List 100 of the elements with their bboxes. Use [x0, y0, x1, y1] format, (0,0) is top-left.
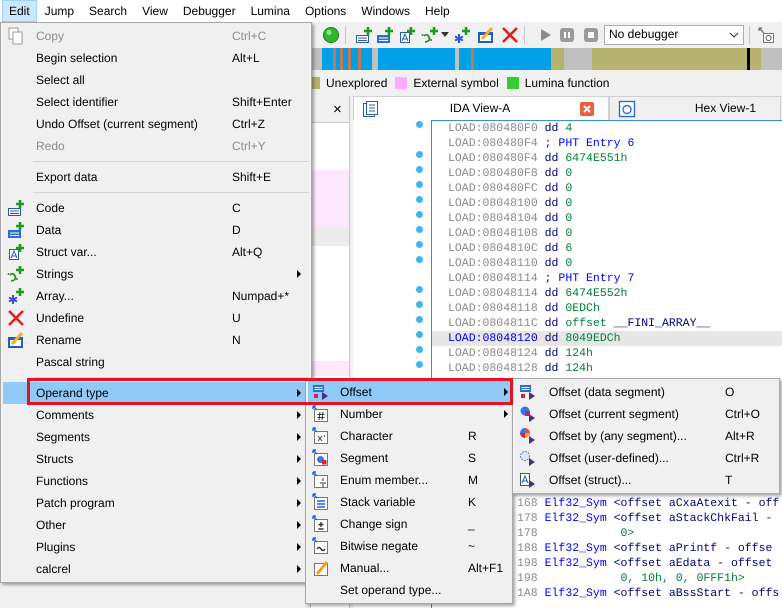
- legend-label: Unexplored: [326, 76, 388, 91]
- menu-item[interactable]: Array... Numpad+*: [3, 285, 309, 307]
- hash-icon: [312, 405, 330, 423]
- caret-icon[interactable]: [441, 32, 449, 37]
- block-plus-icon[interactable]: [376, 26, 394, 44]
- menu-item[interactable]: calcrel: [3, 558, 309, 580]
- menu-item[interactable]: Change sign _: [308, 513, 510, 535]
- pencil-icon: [312, 559, 330, 577]
- offset-icon: [312, 383, 330, 401]
- tilde-icon: [312, 537, 330, 555]
- tab[interactable]: IDA View-A: [353, 96, 609, 120]
- document-icon: [362, 100, 380, 118]
- menu-bar-item[interactable]: Lumina: [244, 0, 297, 22]
- code-line: 168 Elf32_Sym <offset aCxaAtexit - off: [517, 496, 780, 511]
- menu-item[interactable]: Rename N: [3, 329, 309, 351]
- tool-icon[interactable]: [757, 26, 775, 44]
- menu-item[interactable]: Offset: [308, 381, 510, 403]
- code-line: LOAD:08048108 dd 0: [447, 226, 574, 241]
- code-line: LOAD:08048124 dd 124h: [447, 346, 594, 361]
- menu-bar-item[interactable]: View: [135, 0, 175, 22]
- menu-item[interactable]: Offset (data segment) O: [515, 381, 777, 403]
- pencil-icon[interactable]: [477, 26, 495, 44]
- code-line: LOAD:08048104 dd 0: [447, 211, 574, 226]
- offset-icon: [519, 449, 537, 467]
- menu-item[interactable]: Plugins: [3, 536, 309, 558]
- menu-bar-item[interactable]: Search: [82, 0, 134, 22]
- code-line: LOAD:08048100 dd 0: [447, 196, 574, 211]
- strings-plus-icon[interactable]: [421, 26, 439, 44]
- menu-bar-item[interactable]: Windows: [354, 0, 417, 22]
- menu-item[interactable]: Patch program: [3, 492, 309, 514]
- asterisk-plus-icon[interactable]: [453, 26, 471, 44]
- menu-bar-item[interactable]: Options: [298, 0, 354, 22]
- code-line: LOAD:080480F4 dd 6474E551h: [447, 151, 628, 166]
- menu-item[interactable]: Offset by (any segment)... Alt+R: [515, 425, 777, 447]
- pages-icon: [7, 27, 25, 45]
- menu-item[interactable]: Select all: [3, 69, 309, 91]
- menu-item[interactable]: Offset (current segment) Ctrl+O: [515, 403, 777, 425]
- offset-icon: [519, 383, 537, 401]
- menu-item[interactable]: Undefine U: [3, 307, 309, 329]
- segment-icon: [312, 449, 330, 467]
- menu-item[interactable]: Strings: [3, 263, 309, 285]
- menu-bar-item[interactable]: Help: [418, 0, 457, 22]
- menu-item[interactable]: Stack variable K: [308, 491, 510, 513]
- close-icon[interactable]: [580, 102, 594, 116]
- code-line: LOAD:080480F8 dd 0: [447, 166, 574, 181]
- menu-item[interactable]: Code C: [3, 197, 309, 219]
- window-icon: [618, 100, 636, 118]
- stop-icon[interactable]: [582, 26, 600, 44]
- x-mark-icon[interactable]: [501, 26, 519, 44]
- menu-item[interactable]: Data D: [3, 219, 309, 241]
- menu-item[interactable]: Manual... Alt+F1: [308, 557, 510, 579]
- stack-icon: [312, 493, 330, 511]
- menu-item[interactable]: Offset (user-defined)... Ctrl+R: [515, 447, 777, 469]
- menu-item[interactable]: Structs: [3, 448, 309, 470]
- struct-plus-icon: [7, 243, 25, 261]
- menu-item[interactable]: Bitwise negate ~: [308, 535, 510, 557]
- menu-item[interactable]: Other: [3, 514, 309, 536]
- circle-icon[interactable]: [322, 26, 340, 44]
- menu-item[interactable]: Export data Shift+E: [3, 166, 309, 188]
- menu-item[interactable]: Begin selection Alt+L: [3, 47, 309, 69]
- code-line: 178 Elf32_Sym <offset aStackChkFail -: [517, 511, 774, 526]
- block-plus-icon: [7, 199, 25, 217]
- tab[interactable]: Hex View-1: [609, 96, 781, 120]
- code-line: LOAD:0804810C dd 6: [447, 241, 574, 256]
- pencil-icon: [7, 331, 25, 349]
- code-line: LOAD:080480F0 dd 4: [447, 121, 574, 136]
- code-line: LOAD:0804811C dd offset __FINI_ARRAY__: [447, 316, 712, 331]
- code-line: LOAD:08048110 dd 0: [447, 256, 574, 271]
- menu-item[interactable]: Segments: [3, 426, 309, 448]
- menu-item[interactable]: Comments: [3, 404, 309, 426]
- menu-item[interactable]: Pascal string: [3, 351, 309, 373]
- menu-item[interactable]: Functions: [3, 470, 309, 492]
- code-line: LOAD:08048128 dd 124h: [447, 361, 594, 376]
- block-plus-icon[interactable]: [355, 26, 373, 44]
- struct-plus-icon[interactable]: [398, 26, 416, 44]
- code-line: 1A8 Elf32_Sym <offset aBssStart - offs: [517, 586, 780, 601]
- menu-item[interactable]: Undo Offset (current segment) Ctrl+Z: [3, 113, 309, 135]
- menu-bar-item[interactable]: Jump: [38, 0, 82, 22]
- menu-item[interactable]: Select identifier Shift+Enter: [3, 91, 309, 113]
- menu-bar-item[interactable]: Edit: [2, 0, 37, 22]
- debugger-dropdown[interactable]: No debugger: [604, 24, 744, 44]
- legend-label: Lumina function: [524, 76, 610, 91]
- menu-item[interactable]: Enum member... M: [308, 469, 510, 491]
- code-line: LOAD:080480F4 ; PHT Entry 6: [447, 136, 636, 151]
- pause-icon[interactable]: [558, 26, 576, 44]
- menu-item[interactable]: Character R: [308, 425, 510, 447]
- code-line: LOAD:08048114 dd 6474E552h: [447, 286, 628, 301]
- menu-item[interactable]: Struct var... Alt+Q: [3, 241, 309, 263]
- menu-item[interactable]: Offset (struct)... T: [515, 469, 777, 491]
- x-mark-icon: [7, 309, 25, 327]
- block-plus-icon: [7, 221, 25, 239]
- character-icon: [312, 427, 330, 445]
- menu-item[interactable]: Number: [308, 403, 510, 425]
- menu-bar-item[interactable]: Debugger: [176, 0, 243, 22]
- plus-minus-icon: [312, 515, 330, 533]
- offset-icon: [519, 405, 537, 423]
- code-line: LOAD:08048114 ; PHT Entry 7: [447, 271, 636, 286]
- menu-item[interactable]: Set operand type...: [308, 579, 510, 601]
- code-line: 198 0, 10h, 0, 0FFF1h>: [517, 571, 746, 586]
- menu-item[interactable]: Segment S: [308, 447, 510, 469]
